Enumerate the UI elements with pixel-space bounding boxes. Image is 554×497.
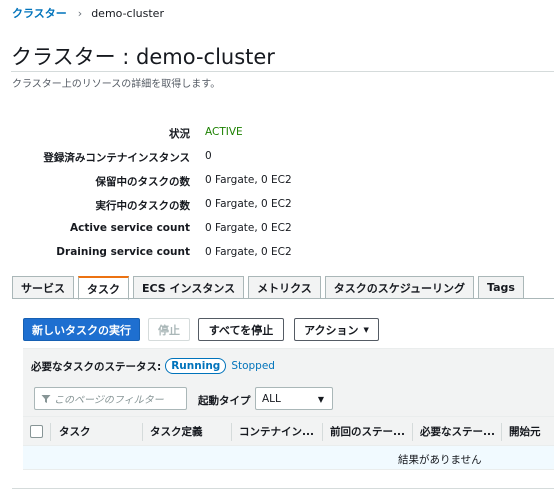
table-empty-row: 結果がありません	[23, 446, 554, 470]
filter-icon	[41, 394, 51, 403]
column-started-by[interactable]: 開始元	[501, 417, 554, 446]
caret-down-icon: ▼	[363, 325, 369, 334]
stop-button[interactable]: 停止	[148, 318, 190, 341]
task-status-filter: 必要なタスクのステータス: Running Stopped	[23, 348, 554, 383]
status-running-pill[interactable]: Running	[165, 358, 227, 374]
select-all-checkbox[interactable]	[30, 425, 43, 438]
detail-key: 状況	[169, 128, 190, 140]
detail-row-running-tasks: 実行中のタスクの数 0 Fargate, 0 EC2	[0, 198, 554, 214]
tab-tasks[interactable]: タスク	[78, 276, 129, 300]
detail-value: 0	[205, 150, 212, 162]
column-task[interactable]: タスク	[51, 417, 142, 446]
detail-row-draining-services: Draining service count 0 Fargate, 0 EC2	[0, 246, 554, 262]
column-task-definition[interactable]: タスク定義	[142, 417, 231, 446]
tasks-table-header: タスク タスク定義 コンテナイン... 前回のステー... 必要なステー... …	[23, 416, 554, 446]
detail-key: 実行中のタスクの数	[95, 200, 191, 212]
detail-row-active-services: Active service count 0 Fargate, 0 EC2	[0, 222, 554, 238]
title-divider	[11, 71, 554, 72]
launch-type-select[interactable]: ALL ▼	[255, 387, 333, 410]
page-description: クラスター上のリソースの詳細を取得します。	[12, 79, 221, 90]
detail-value: 0 Fargate, 0 EC2	[205, 174, 292, 186]
status-stopped-link[interactable]: Stopped	[231, 360, 275, 372]
tab-tags[interactable]: Tags	[478, 276, 524, 299]
tab-metrics[interactable]: メトリクス	[248, 276, 321, 299]
stop-all-button[interactable]: すべてを停止	[198, 318, 284, 341]
detail-row-status: 状況 ACTIVE	[0, 126, 554, 142]
empty-message: 結果がありません	[398, 454, 482, 466]
detail-key: Draining service count	[56, 246, 190, 258]
breadcrumb-clusters-link[interactable]: クラスター	[12, 5, 67, 21]
page-filter-input[interactable]: このページのフィルター	[34, 387, 187, 410]
detail-value: 0 Fargate, 0 EC2	[205, 246, 292, 258]
launch-type-value: ALL	[262, 392, 281, 405]
detail-key: Active service count	[70, 222, 190, 234]
panel-bottom-border	[12, 488, 554, 489]
page-title: クラスター : demo-cluster	[11, 45, 275, 69]
actions-label: アクション	[304, 323, 359, 337]
tab-ecs-instances[interactable]: ECS インスタンス	[133, 276, 245, 299]
tab-divider	[12, 298, 554, 299]
status-value: ACTIVE	[205, 126, 243, 138]
column-last-status[interactable]: 前回のステー...	[322, 417, 412, 446]
status-filter-label: 必要なタスクのステータス:	[31, 360, 162, 373]
detail-row-pending-tasks: 保留中のタスクの数 0 Fargate, 0 EC2	[0, 174, 554, 190]
cluster-tabs: サービス タスク ECS インスタンス メトリクス タスクのスケジューリング T…	[12, 276, 528, 300]
tab-scheduled-tasks[interactable]: タスクのスケジューリング	[324, 276, 475, 299]
launch-type-label: 起動タイプ	[198, 395, 251, 407]
detail-key: 登録済みコンテナインスタンス	[43, 152, 190, 164]
breadcrumb-current: demo-cluster	[91, 6, 164, 20]
detail-value: 0 Fargate, 0 EC2	[205, 198, 292, 210]
filter-placeholder: このページのフィルター	[54, 395, 164, 406]
tab-services[interactable]: サービス	[12, 276, 74, 299]
column-container-instance[interactable]: コンテナイン...	[231, 417, 322, 446]
breadcrumb: クラスター › demo-cluster	[12, 5, 164, 21]
detail-row-registered-instances: 登録済みコンテナインスタンス 0	[0, 150, 554, 166]
filter-bar: このページのフィルター 起動タイプ ALL ▼	[23, 383, 554, 416]
run-new-task-button[interactable]: 新しいタスクの実行	[23, 318, 140, 341]
detail-key: 保留中のタスクの数	[95, 176, 191, 188]
column-desired-status[interactable]: 必要なステー...	[412, 417, 501, 446]
chevron-right-icon: ›	[77, 6, 83, 20]
caret-down-icon: ▼	[317, 395, 324, 404]
detail-value: 0 Fargate, 0 EC2	[205, 222, 292, 234]
actions-dropdown-button[interactable]: アクション ▼	[294, 318, 379, 341]
